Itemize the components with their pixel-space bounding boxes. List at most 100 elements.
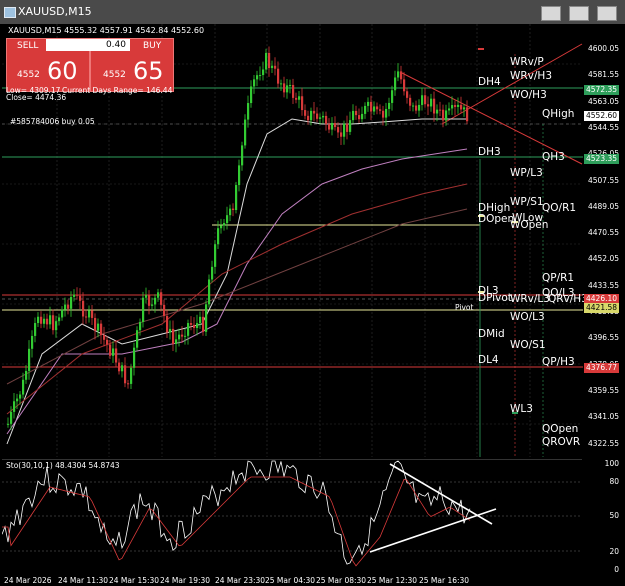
candle-body [151, 304, 154, 306]
candle-body [259, 75, 262, 77]
candle-body [331, 123, 334, 130]
candle-body [313, 110, 316, 114]
buy-label: BUY [143, 41, 162, 51]
candle-body [334, 123, 337, 128]
minimize-icon[interactable] [541, 6, 561, 21]
candle-body [37, 316, 40, 324]
candle-body [247, 103, 250, 120]
candle-body [274, 65, 277, 69]
candle-body [277, 68, 280, 84]
candle-body [139, 321, 142, 331]
candle-body [70, 296, 73, 309]
level-label: WRv/L3 [510, 293, 550, 305]
candle-body [187, 323, 190, 336]
price-tick: 4563.05 [587, 96, 619, 106]
chart-symbol-header: XAUUSD,M15 4555.32 4557.91 4542.84 4552.… [8, 26, 205, 35]
candle-body [340, 132, 343, 137]
candle-body [85, 316, 88, 318]
candle-body [289, 84, 292, 86]
price-box: 4421.58 [584, 303, 620, 313]
time-axis: 24 Mar 2026 24 Mar 11:30 24 Mar 15:30 24 Ma… [0, 576, 625, 586]
candle-body [463, 107, 466, 110]
level-label: WOpen [510, 219, 549, 231]
candle-body [361, 113, 364, 120]
candle-body [160, 292, 163, 305]
candle-body [55, 321, 58, 331]
candle-body [445, 110, 448, 121]
candle-body [412, 105, 415, 107]
candle-body [364, 105, 367, 114]
price-tick: 4600.05 [587, 44, 619, 53]
candle-body [436, 109, 439, 114]
candle-body [58, 317, 61, 322]
candle-body [202, 316, 205, 332]
window-title: XAUUSD,M15 [18, 5, 92, 18]
candle-body [295, 97, 298, 100]
candle-body [97, 323, 100, 331]
stochastic-label: Sto(30,10,1) 48.4304 54.8743 [6, 461, 120, 470]
price-tick: 4470.55 [587, 228, 619, 238]
candle-body [442, 109, 445, 121]
sell-label: SELL [17, 41, 39, 51]
title-bar: XAUUSD,M15 [0, 0, 625, 24]
candle-body [280, 83, 283, 85]
buy-price-small: 4552 [103, 70, 126, 80]
candle-body [421, 95, 424, 105]
stochastic-tick: 0 [614, 565, 619, 574]
stochastic-chart[interactable] [2, 459, 582, 574]
price-tick: 4452.05 [587, 254, 619, 264]
candle-body [415, 105, 418, 111]
price-tick: 4433.55 [587, 280, 619, 290]
stochastic-tick: 50 [609, 511, 619, 520]
level-label: DMid [478, 328, 505, 340]
time-tick: 24 Mar 15:30 [109, 576, 160, 585]
candle-body [319, 117, 322, 119]
candle-body [397, 71, 400, 78]
lot-size-input[interactable]: 0.40 [46, 39, 130, 51]
stochastic-tick: 80 [609, 477, 619, 486]
level-label: WO/H3 [510, 89, 547, 101]
candle-body [124, 365, 127, 384]
candle-body [16, 398, 19, 402]
close-icon[interactable] [597, 6, 617, 21]
candle-body [166, 316, 169, 333]
one-click-trading-panel: SELL 4552 60 BUY 4552 65 0.40 [6, 38, 174, 92]
candle-body [391, 90, 394, 103]
time-tick: 25 Mar 04:30 [265, 576, 316, 585]
candle-body [244, 119, 247, 146]
price-tick: 4341.05 [587, 412, 619, 422]
candle-body [451, 105, 454, 109]
price-box: 4523.35 [584, 154, 620, 164]
candle-body [430, 98, 433, 107]
candle-body [457, 104, 460, 107]
candle-body [424, 95, 427, 105]
candle-body [142, 297, 145, 322]
candle-body [235, 185, 238, 211]
maximize-icon[interactable] [569, 6, 589, 21]
candle-body [64, 304, 67, 310]
candle-body [418, 104, 421, 111]
price-tick: 4489.05 [587, 201, 619, 211]
candle-body [394, 77, 397, 91]
candle-body [223, 223, 226, 226]
candle-body [388, 102, 391, 109]
candle-body [13, 401, 16, 412]
candle-body [178, 334, 181, 340]
level-label: WL3 [510, 403, 533, 415]
candle-body [211, 266, 214, 280]
sell-price-small: 4552 [17, 70, 40, 80]
candle-body [145, 295, 148, 298]
candle-body [169, 328, 172, 333]
candle-body [406, 91, 409, 98]
candle-body [94, 317, 97, 331]
price-tick: 4359.55 [587, 385, 619, 395]
level-label: WRv/P [510, 56, 544, 68]
candle-body [355, 110, 358, 116]
stochastic-tick: 20 [609, 547, 619, 556]
price-tick: 4507.55 [587, 175, 619, 185]
range-info: Current Days Range= 146.44 [62, 86, 173, 95]
price-tick: 4544.55 [587, 122, 619, 132]
candle-body [91, 310, 94, 318]
candle-body [409, 97, 412, 106]
candle-body [208, 279, 211, 305]
